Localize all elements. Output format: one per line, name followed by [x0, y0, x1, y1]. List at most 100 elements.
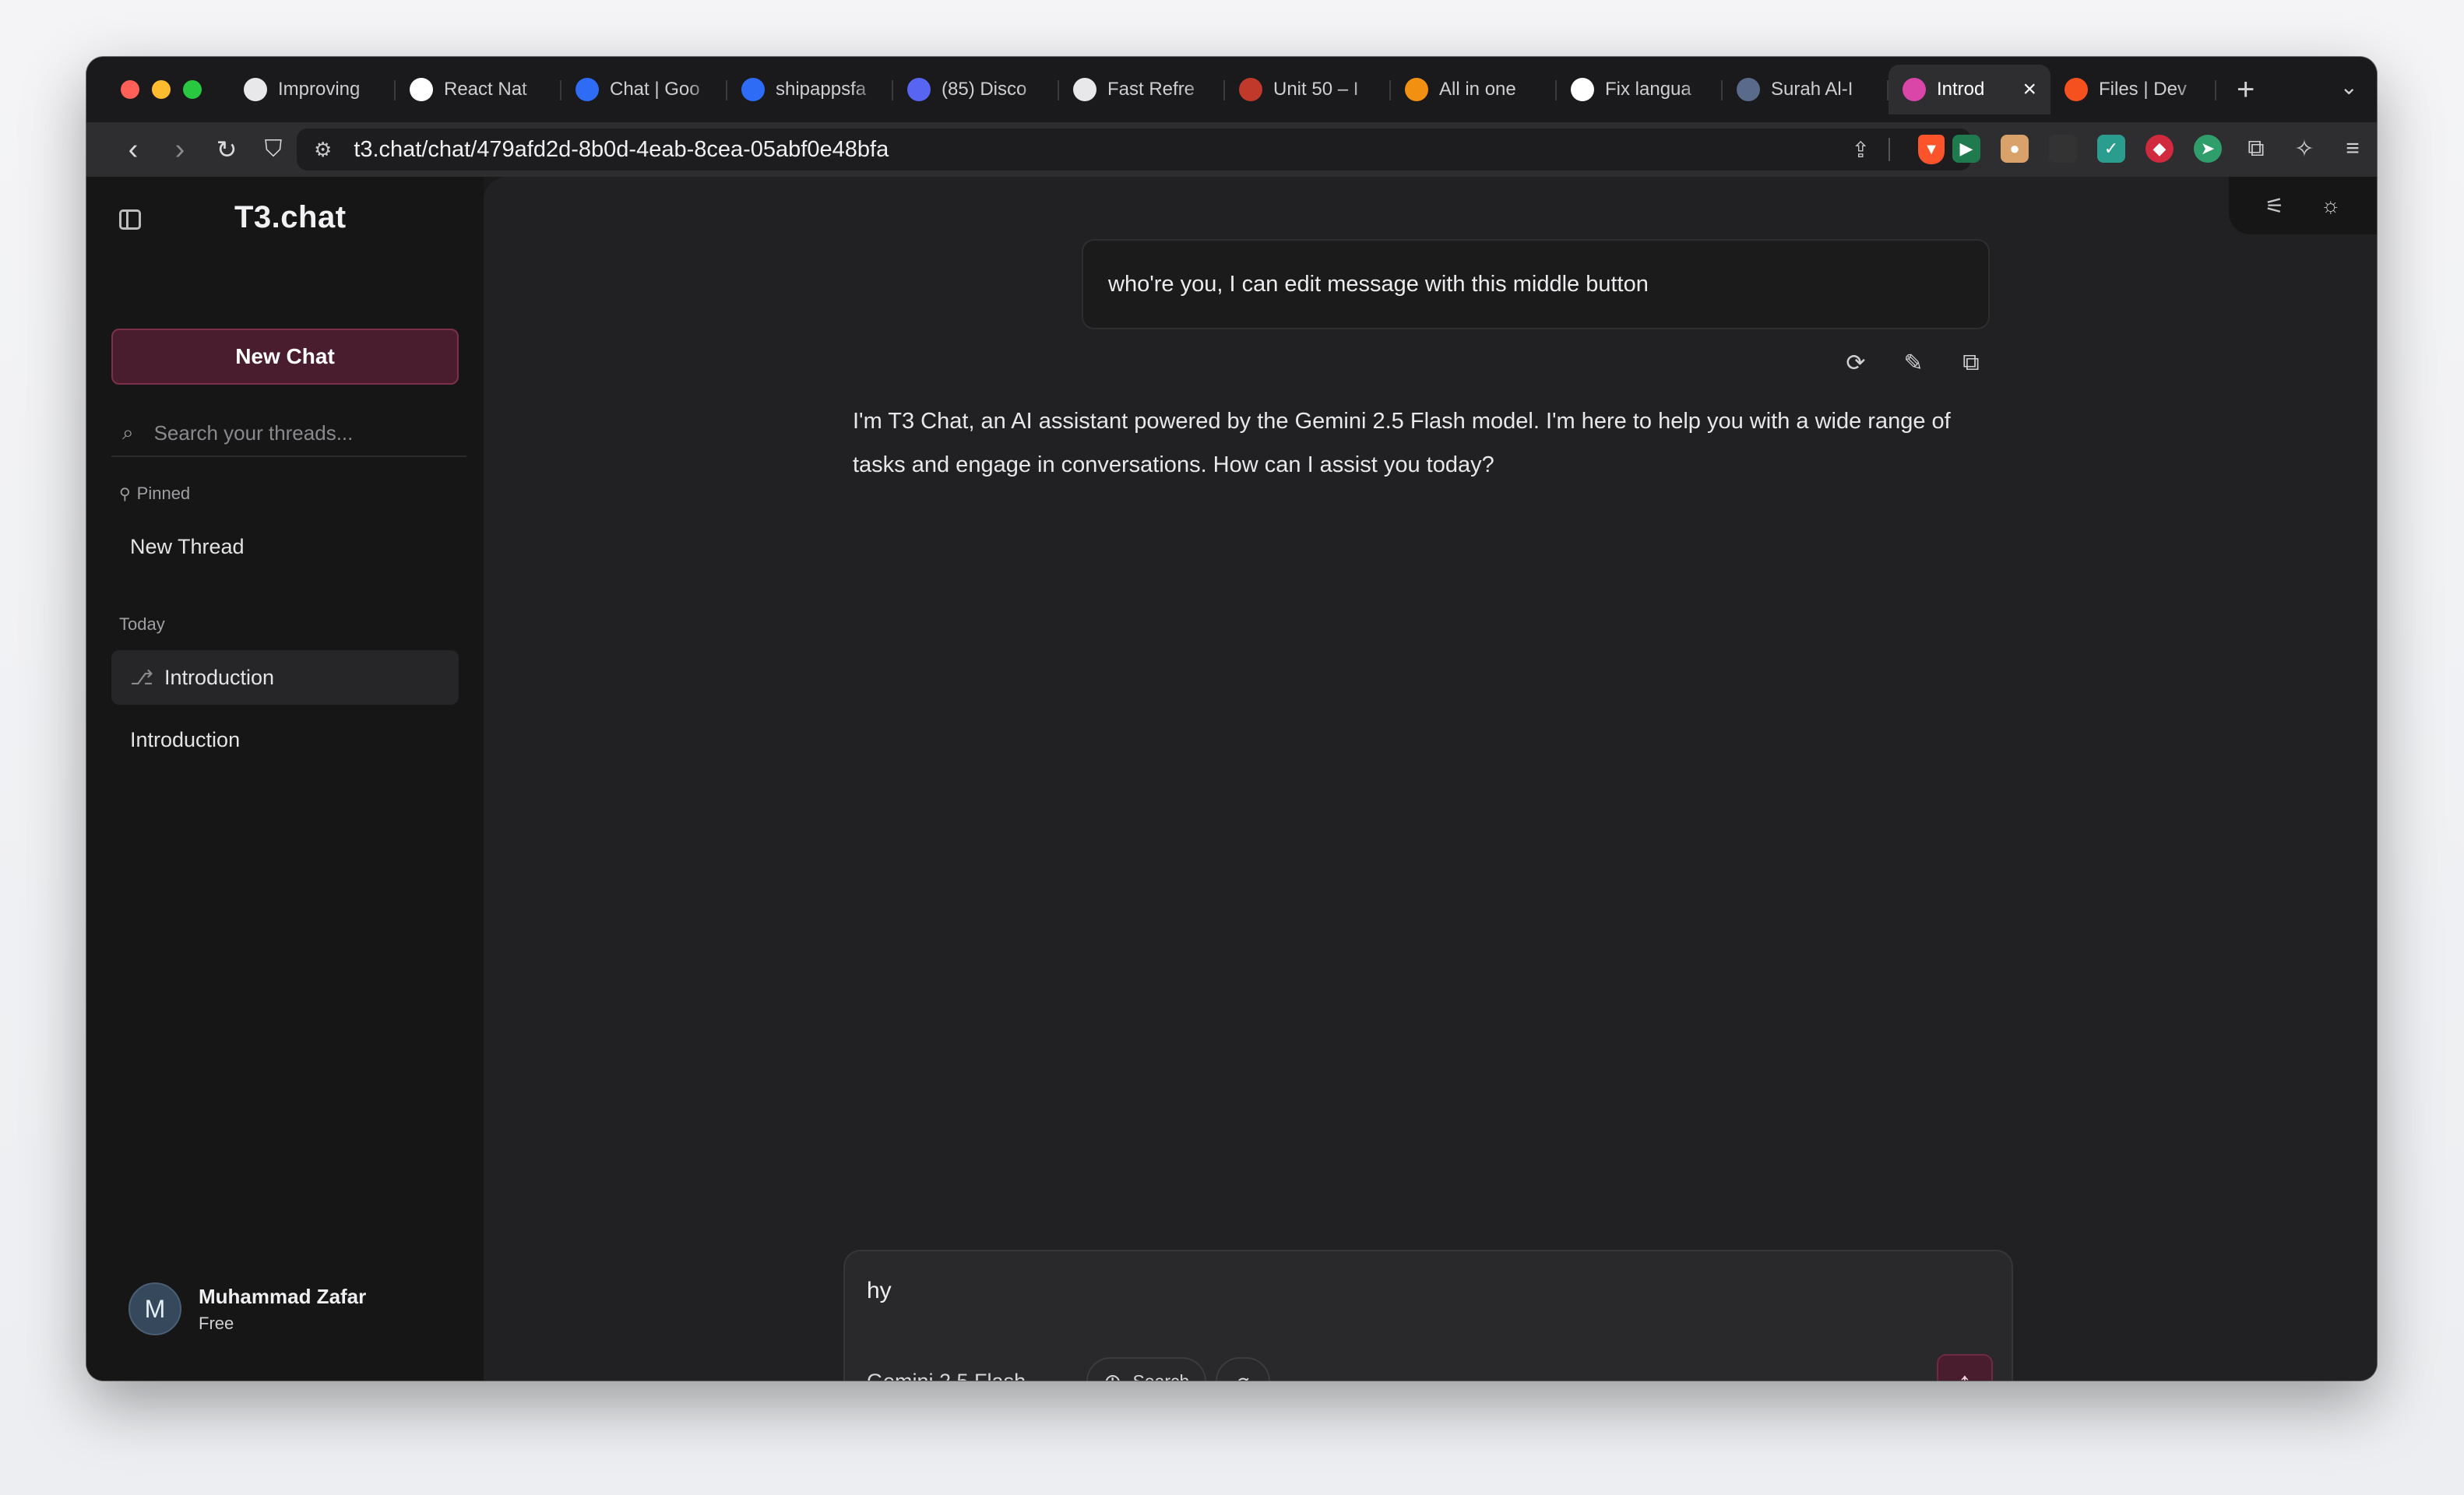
attach-button[interactable]: ⌀	[1216, 1357, 1270, 1381]
browser-tab[interactable]: Chat | Goo	[561, 65, 727, 114]
butterfly-icon	[741, 78, 765, 101]
openai-icon	[244, 78, 267, 101]
browser-tab[interactable]: Unit 50 – I	[1225, 65, 1391, 114]
user-message-text: who're you, I can edit message with this…	[1108, 271, 1649, 297]
today-section-label: Today	[119, 614, 165, 635]
tab-label: Fast Refre	[1107, 79, 1195, 100]
model-name: Gemini 2.5 Flash	[867, 1370, 1026, 1381]
retry-icon[interactable]: ⟳	[1843, 350, 1869, 377]
extension-play-icon[interactable]: ▶	[1952, 135, 1980, 163]
copy-icon[interactable]: ⧉	[1958, 350, 1984, 377]
extension-cookie-icon[interactable]: ●	[2001, 135, 2029, 163]
model-selector[interactable]: Gemini 2.5 Flash ⌄	[867, 1370, 1056, 1381]
pocketcasts-icon	[1239, 78, 1262, 101]
new-chat-button[interactable]: New Chat	[111, 329, 459, 385]
browser-tab[interactable]: All in one	[1391, 65, 1557, 114]
tab-search-chevron-icon[interactable]: ⌄	[2340, 74, 2358, 100]
window-controls	[121, 80, 202, 99]
extension-dark-icon[interactable]	[2049, 135, 2077, 163]
edit-icon[interactable]: ✎	[1900, 350, 1927, 377]
chat-main: ⚟ ☼ who're you, I can edit message with …	[484, 177, 2377, 1381]
search-toggle-button[interactable]: ⊕ Search	[1086, 1357, 1207, 1381]
firebase-icon	[2064, 78, 2088, 101]
thread-title: Introduction	[130, 727, 241, 751]
forward-arrow-icon[interactable]: ›	[157, 133, 203, 167]
bookmark-icon[interactable]: ⛉	[250, 136, 297, 163]
tab-label: Introd	[1937, 79, 1985, 100]
tab-label: React Nat	[444, 79, 527, 100]
leo-ai-sparkle-icon[interactable]: ✧	[2290, 135, 2318, 163]
extension-drop-icon[interactable]: ◆	[2145, 135, 2174, 163]
browser-tab[interactable]: Improving	[230, 65, 396, 114]
close-window-button[interactable]	[121, 80, 139, 99]
arrow-up-icon: ↑	[1958, 1366, 1972, 1381]
mail-icon	[1405, 78, 1428, 101]
reload-icon[interactable]: ↻	[203, 135, 250, 164]
menu-icon[interactable]: ≡	[2339, 135, 2367, 163]
thread-item-new-thread[interactable]: New Thread	[111, 519, 459, 574]
tab-strip: Improving React Nat Chat | Goo shipappsfa (8…	[86, 57, 2377, 122]
user-message: who're you, I can edit message with this…	[1082, 239, 1990, 329]
tab-label: Surah Al-I	[1771, 79, 1853, 100]
sidebar-toggle-icon[interactable]	[119, 209, 141, 230]
paperclip-icon: ⌀	[1237, 1369, 1250, 1381]
extensions-puzzle-icon[interactable]: ⧉	[2242, 135, 2270, 163]
browser-tab[interactable]: Files | Dev	[2050, 65, 2216, 114]
browser-tab[interactable]: Surah Al-I	[1723, 65, 1888, 114]
assistant-message: I'm T3 Chat, an AI assistant powered by …	[853, 409, 1951, 477]
url-text[interactable]: t3.chat/chat/479afd2d-8b0d-4eab-8cea-05a…	[354, 137, 889, 163]
message-actions: ⟳ ✎ ⧉	[1843, 350, 1984, 377]
github-icon	[1571, 78, 1594, 101]
settings-sliders-icon[interactable]: ⚟	[2265, 193, 2284, 219]
user-plan: Free	[199, 1313, 234, 1333]
urlbar-divider	[1888, 138, 1890, 161]
new-tab-button[interactable]: +	[2237, 72, 2255, 107]
tab-label: Fix langua	[1605, 79, 1691, 100]
back-arrow-icon[interactable]: ‹	[110, 133, 157, 167]
tab-list: Improving React Nat Chat | Goo shipappsfa (8…	[230, 57, 2216, 122]
user-name: Muhammad Zafar	[199, 1284, 367, 1308]
extension-shield-icon[interactable]: ✓	[2097, 135, 2125, 163]
openai-icon	[1073, 78, 1096, 101]
fullscreen-window-button[interactable]	[183, 80, 202, 99]
thread-item-introduction-active[interactable]: ⎇ Introduction	[111, 650, 459, 705]
minimize-window-button[interactable]	[152, 80, 171, 99]
browser-tab[interactable]: (85) Disco	[893, 65, 1059, 114]
pinned-section-label: ⚲ Pinned	[119, 484, 190, 504]
close-tab-icon[interactable]: ×	[2022, 78, 2036, 101]
message-composer: hy Gemini 2.5 Flash ⌄ ⊕ Search ⌀ ↑	[843, 1250, 2013, 1381]
thread-title: New Thread	[130, 534, 245, 558]
thread-title: Introduction	[164, 665, 275, 689]
browser-tab[interactable]: React Nat	[396, 65, 561, 114]
share-icon[interactable]: ⇪	[1852, 137, 1870, 163]
site-settings-icon[interactable]: ⚙	[314, 138, 332, 162]
tab-label: Chat | Goo	[610, 79, 700, 100]
extensions-area: ▶ ● ✓ ◆ ➤ ⧉ ✧ ≡	[1952, 135, 2367, 163]
extension-cursor-icon[interactable]: ➤	[2194, 135, 2222, 163]
discord-icon	[907, 78, 931, 101]
browser-toolbar: ‹ › ↻ ⛉ ⚙ t3.chat/chat/479afd2d-8b0d-4ea…	[86, 122, 2377, 177]
t3-chat-icon	[1903, 78, 1926, 101]
browser-window: Improving React Nat Chat | Goo shipappsfa (8…	[86, 57, 2377, 1381]
thread-item-introduction[interactable]: Introduction	[111, 712, 459, 767]
browser-tab[interactable]: Fix langua	[1557, 65, 1723, 114]
search-toggle-label: Search	[1132, 1371, 1189, 1381]
quran-icon	[1737, 78, 1760, 101]
theme-toggle-sun-icon[interactable]: ☼	[2321, 193, 2341, 218]
user-profile[interactable]: M Muhammad Zafar Free	[128, 1282, 366, 1335]
browser-tab[interactable]: Fast Refre	[1059, 65, 1225, 114]
pin-icon: ⚲	[119, 485, 131, 503]
brave-shields-icon[interactable]: ▼	[1918, 135, 1945, 164]
chevron-down-icon: ⌄	[1041, 1372, 1055, 1381]
pinned-label-text: Pinned	[136, 484, 191, 503]
tab-label: Improving	[278, 79, 361, 100]
browser-tab[interactable]: shipappsfa	[727, 65, 893, 114]
address-bar[interactable]: ⚙ t3.chat/chat/479afd2d-8b0d-4eab-8cea-0…	[297, 128, 1971, 171]
tab-label: All in one	[1439, 79, 1516, 100]
browser-tab[interactable]: Introd ×	[1888, 65, 2050, 114]
search-threads-input[interactable]	[153, 420, 450, 445]
message-input[interactable]: hy	[867, 1278, 1990, 1304]
today-label-text: Today	[119, 614, 165, 634]
avatar[interactable]: M	[128, 1282, 181, 1335]
send-button[interactable]: ↑	[1937, 1354, 1993, 1381]
